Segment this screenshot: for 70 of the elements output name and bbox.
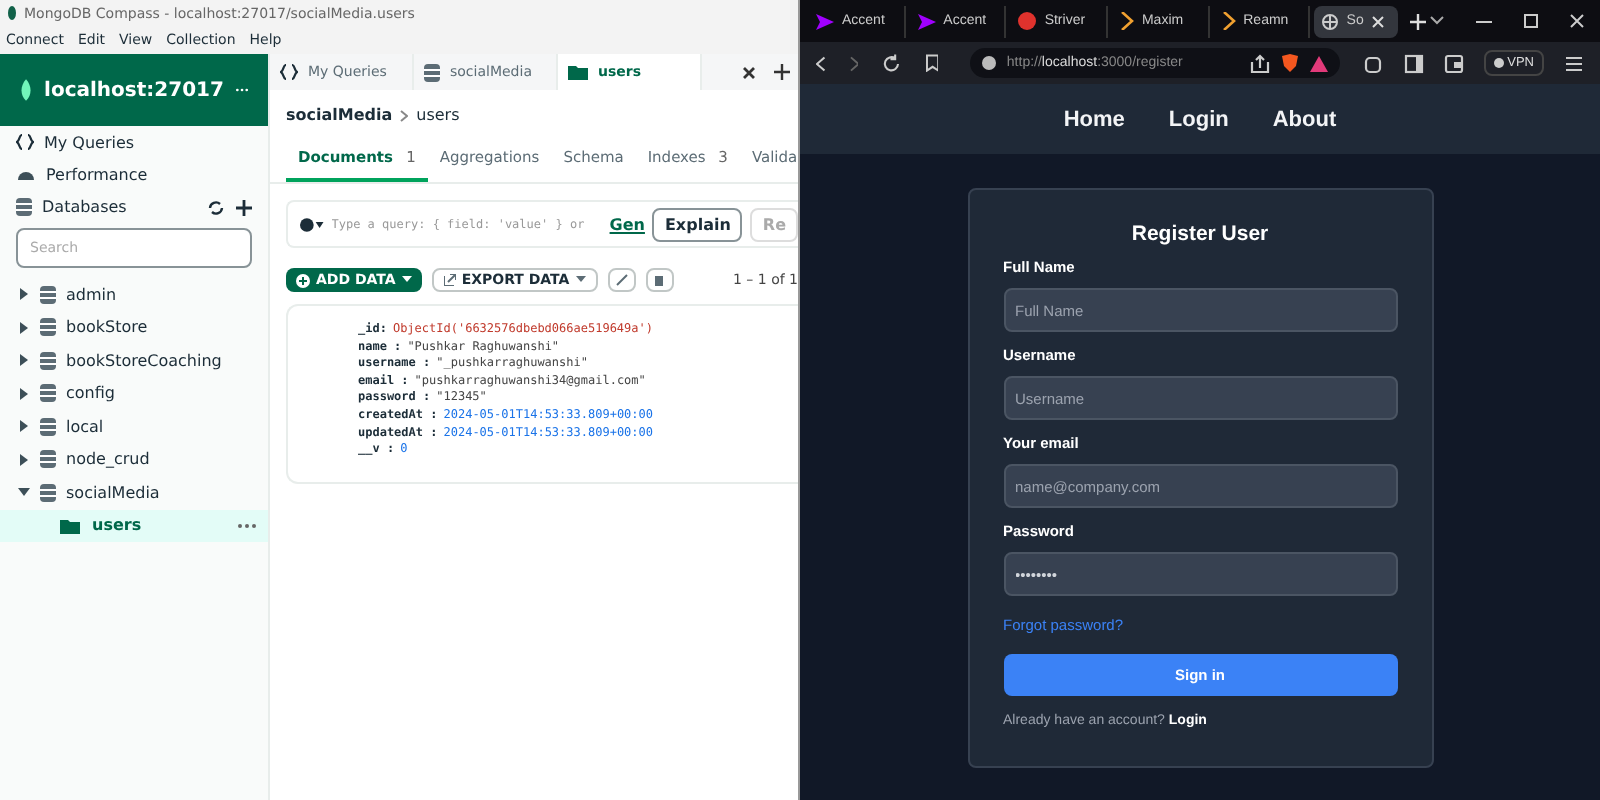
delete-button[interactable]	[645, 268, 674, 292]
database-icon	[424, 63, 440, 81]
globe-icon	[1322, 13, 1339, 29]
tree-item[interactable]: socialMedia	[66, 483, 160, 502]
sidebar-icon	[1403, 53, 1424, 73]
braces-icon	[16, 134, 34, 150]
plus-icon	[1409, 13, 1426, 29]
nav-link[interactable]: About	[1272, 107, 1337, 131]
nav-link[interactable]: Login	[1168, 107, 1229, 131]
database-icon	[16, 198, 32, 216]
bookmark-icon	[925, 54, 939, 72]
folder-icon	[568, 64, 588, 80]
tree-item[interactable]: bookStoreCoaching	[66, 351, 222, 370]
nav-item[interactable]: Performance	[0, 158, 268, 190]
plus-icon	[774, 64, 790, 80]
code-icon	[1221, 12, 1236, 30]
form-title: Register User	[1129, 222, 1271, 246]
database-icon	[40, 351, 56, 370]
gauge-icon	[16, 166, 36, 182]
forward-icon	[849, 55, 859, 71]
chevron-logo-icon	[917, 13, 936, 29]
explain-button[interactable]: Explain	[652, 207, 743, 241]
close-icon	[742, 65, 756, 79]
pencil-icon	[615, 274, 628, 286]
maximize-icon	[1524, 14, 1538, 28]
nav-item[interactable]: My Queries	[0, 126, 268, 158]
tree-item[interactable]: config	[66, 384, 115, 403]
share-icon	[1249, 53, 1270, 73]
minimize-icon	[1476, 19, 1492, 23]
tree-item[interactable]: bookStore	[66, 318, 148, 337]
caret-icon	[401, 276, 412, 284]
close-icon	[1371, 15, 1384, 27]
back-icon	[816, 55, 826, 71]
export-icon	[443, 274, 456, 286]
chevron-icon	[400, 109, 409, 121]
folder-icon	[60, 517, 80, 534]
menu-icon	[1564, 53, 1584, 73]
nav-link[interactable]: Home	[1063, 107, 1125, 131]
database-icon	[40, 384, 56, 403]
tree-item[interactable]: local	[66, 417, 104, 436]
leaf-icon	[8, 6, 16, 20]
chevron-down-icon	[1430, 16, 1444, 26]
triangle-icon	[1309, 55, 1328, 71]
database-icon	[40, 318, 56, 337]
tree-item[interactable]: admin	[66, 285, 117, 304]
tree-item[interactable]: node_crud	[66, 450, 150, 469]
close-icon	[1570, 14, 1584, 28]
leaf-icon	[20, 74, 33, 106]
trash-icon	[654, 274, 665, 286]
gen-link[interactable]: Gen	[609, 215, 645, 233]
refresh-icon	[208, 199, 224, 215]
breadcrumb-item: users	[416, 106, 460, 124]
database-icon	[40, 483, 56, 502]
database-icon	[40, 450, 56, 469]
plus-icon	[236, 199, 252, 215]
database-icon	[40, 285, 56, 304]
tree-item[interactable]: users	[0, 509, 268, 542]
breadcrumb-link[interactable]: socialMedia	[286, 106, 393, 124]
code-icon	[1119, 12, 1134, 30]
plus-circle-icon	[296, 273, 310, 287]
reload-icon	[882, 53, 902, 73]
more-icon	[238, 523, 256, 528]
database-icon	[40, 417, 56, 436]
braces-icon	[280, 64, 298, 80]
caret-icon	[575, 276, 586, 284]
badge-icon	[1018, 12, 1037, 30]
connection-header[interactable]: localhost:27017	[0, 54, 268, 126]
section-label: Databases	[42, 198, 127, 216]
chevron-logo-icon	[816, 13, 834, 29]
edit-button[interactable]	[607, 268, 636, 292]
